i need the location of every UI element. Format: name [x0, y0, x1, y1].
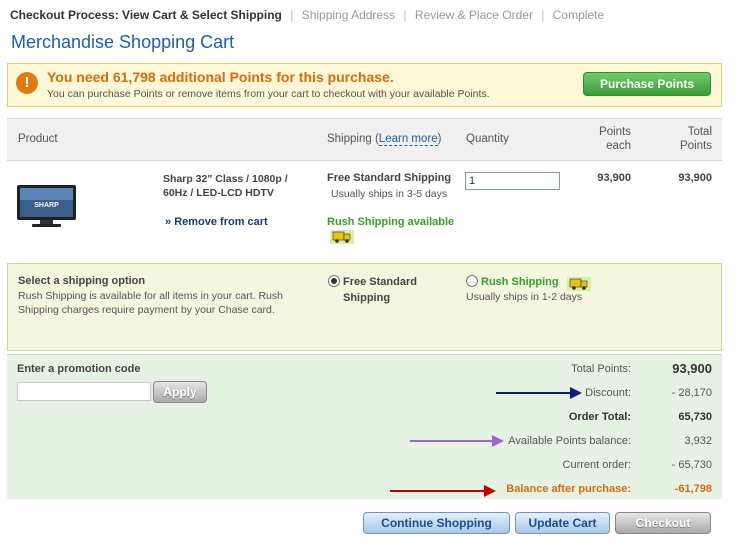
- rush-shipping-radio[interactable]: [466, 275, 478, 287]
- current-order-label: Current order:: [562, 459, 631, 471]
- discount-label: Discount:: [585, 387, 631, 399]
- column-quantity: Quantity: [466, 133, 509, 145]
- order-totals-panel: [7, 354, 722, 499]
- promo-code-input[interactable]: [17, 382, 151, 401]
- order-total-label: Order Total:: [568, 411, 631, 423]
- rush-shipping-available: Rush Shipping available: [327, 216, 455, 228]
- item-points-each: 93,900: [597, 172, 631, 184]
- quantity-input[interactable]: [465, 172, 560, 190]
- current-order-value: - 65,730: [671, 459, 712, 471]
- truck-icon: [567, 277, 591, 291]
- page-title: Merchandise Shopping Cart: [11, 32, 235, 52]
- available-balance-value: 3,932: [684, 435, 712, 447]
- balance-after-purchase-value: -61,798: [674, 483, 712, 495]
- total-points-value: 93,900: [672, 361, 712, 376]
- balance-after-purchase-label: Balance after purchase:: [506, 483, 631, 495]
- continue-shopping-button[interactable]: Continue Shopping: [363, 512, 510, 534]
- promo-code-label: Enter a promotion code: [17, 363, 141, 375]
- double-chevron-icon: »: [165, 216, 172, 228]
- product-name[interactable]: Sharp 32" Class / 1080p / 60Hz / LED-LCD…: [163, 172, 303, 200]
- column-product: Product: [18, 133, 58, 145]
- remove-from-cart-label: Remove from cart: [174, 216, 268, 228]
- column-shipping: Shipping (Learn more): [327, 133, 442, 146]
- available-balance-label: Available Points balance:: [508, 435, 631, 447]
- available-balance-arrow-icon: [410, 435, 504, 447]
- column-total-points: Total Points: [660, 125, 712, 153]
- item-shipping-time: Usually ships in 3-5 days: [331, 188, 448, 200]
- checkout-button[interactable]: Checkout: [615, 512, 711, 534]
- free-shipping-label[interactable]: Free Standard Shipping: [343, 274, 443, 306]
- breadcrumb-label: Checkout Process:: [10, 8, 119, 22]
- item-shipping-name: Free Standard Shipping: [327, 172, 452, 184]
- column-total-points-line2: Points: [680, 140, 712, 152]
- column-shipping-close: ): [437, 133, 442, 145]
- update-cart-button[interactable]: Update Cart: [515, 512, 610, 534]
- breadcrumb: Checkout Process: View Cart & Select Shi…: [10, 8, 604, 22]
- discount-arrow-icon: [496, 387, 582, 399]
- apply-promo-button[interactable]: Apply: [153, 381, 207, 403]
- balance-after-arrow-icon: [390, 485, 496, 497]
- breadcrumb-step-review: Review & Place Order: [414, 8, 533, 22]
- shipping-option-description: Rush Shipping is available for all items…: [18, 290, 283, 316]
- rush-shipping-time: Usually ships in 1-2 days: [466, 291, 583, 303]
- column-points-each-line2: each: [606, 140, 631, 152]
- breadcrumb-separator: |: [403, 8, 407, 22]
- alert-message: You can purchase Points or remove items …: [47, 88, 490, 100]
- warning-icon: !: [16, 72, 38, 94]
- alert-title: You need 61,798 additional Points for th…: [47, 69, 394, 85]
- breadcrumb-step-shipping-address: Shipping Address: [301, 8, 396, 22]
- column-total-points-line1: Total: [687, 126, 712, 138]
- column-shipping-label: Shipping (: [327, 133, 379, 145]
- breadcrumb-separator: |: [541, 8, 545, 22]
- learn-more-link[interactable]: Learn more: [378, 133, 438, 146]
- breadcrumb-separator: |: [290, 8, 294, 22]
- free-shipping-radio[interactable]: [328, 275, 340, 287]
- breadcrumb-step-complete: Complete: [552, 8, 605, 22]
- product-image[interactable]: SHARP: [16, 184, 77, 228]
- remove-from-cart-link[interactable]: » Remove from cart: [165, 216, 268, 228]
- order-total-value: 65,730: [678, 411, 712, 423]
- shipping-option-title: Select a shipping option: [18, 275, 146, 287]
- purchase-points-button[interactable]: Purchase Points: [583, 72, 711, 96]
- breadcrumb-current-step: View Cart & Select Shipping: [122, 8, 282, 22]
- product-brand-text: SHARP: [34, 202, 59, 209]
- column-points-each-line1: Points: [599, 126, 631, 138]
- total-points-label: Total Points:: [571, 363, 631, 375]
- rush-shipping-label[interactable]: Rush Shipping: [481, 276, 559, 288]
- column-points-each: Points each: [580, 125, 631, 153]
- truck-icon: [330, 230, 354, 244]
- discount-value: - 28,170: [671, 387, 712, 399]
- item-total-points: 93,900: [678, 172, 712, 184]
